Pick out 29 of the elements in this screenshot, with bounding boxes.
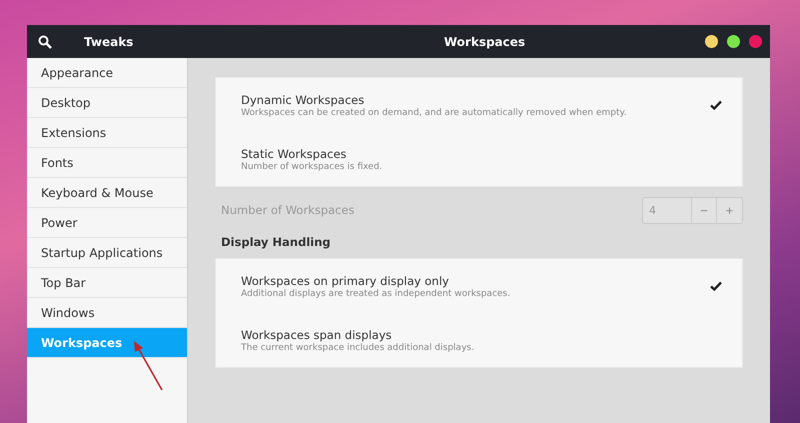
option-row[interactable]: Dynamic Workspaces Workspaces can be created on demand, and are automatically removed when empty. xyxy=(216,78,742,132)
option-title: Workspaces on primary display only xyxy=(241,274,450,288)
sidebar-item[interactable]: Startup Applications xyxy=(27,238,187,268)
option-row[interactable]: Static Workspaces Number of workspaces is fixed. xyxy=(216,132,742,186)
spin-value: 4 xyxy=(643,198,692,222)
option-title: Static Workspaces xyxy=(241,146,348,160)
sidebar-item[interactable]: Fonts xyxy=(27,148,187,178)
option-row[interactable]: Workspaces span displays The current workspace includes additional displays. xyxy=(216,313,742,367)
option-title: Dynamic Workspaces xyxy=(241,92,366,106)
app-title: Tweaks xyxy=(84,34,134,48)
sidebar-item[interactable]: Appearance xyxy=(27,58,187,88)
window-title: Workspaces xyxy=(444,34,526,48)
option-description: Workspaces can be created on demand, and are automatically removed when empty. xyxy=(241,108,628,118)
window-control-button[interactable] xyxy=(727,35,740,48)
setting-label: Number of Workspaces xyxy=(221,203,354,217)
search-icon xyxy=(38,34,52,48)
option-description: The current workspace includes additional displays. xyxy=(241,342,476,352)
option-description: Number of workspaces is fixed. xyxy=(241,162,384,172)
search-button[interactable] xyxy=(38,34,52,48)
option-row[interactable]: Workspaces on primary display only Additional displays are treated as independent workspaces. xyxy=(216,259,742,313)
sidebar-item[interactable]: Desktop xyxy=(27,88,187,118)
option-description: Additional displays are treated as independent workspaces. xyxy=(241,288,512,298)
option-title: Workspaces span displays xyxy=(241,328,393,342)
sidebar-item[interactable]: Power xyxy=(27,208,187,238)
section-heading: Display Handling xyxy=(221,235,332,249)
sidebar-item[interactable]: Keyboard & Mouse xyxy=(27,178,187,208)
window-control-button[interactable] xyxy=(705,35,718,48)
sidebar-item[interactable]: Top Bar xyxy=(27,268,187,298)
sidebar-item[interactable]: Extensions xyxy=(27,118,187,148)
